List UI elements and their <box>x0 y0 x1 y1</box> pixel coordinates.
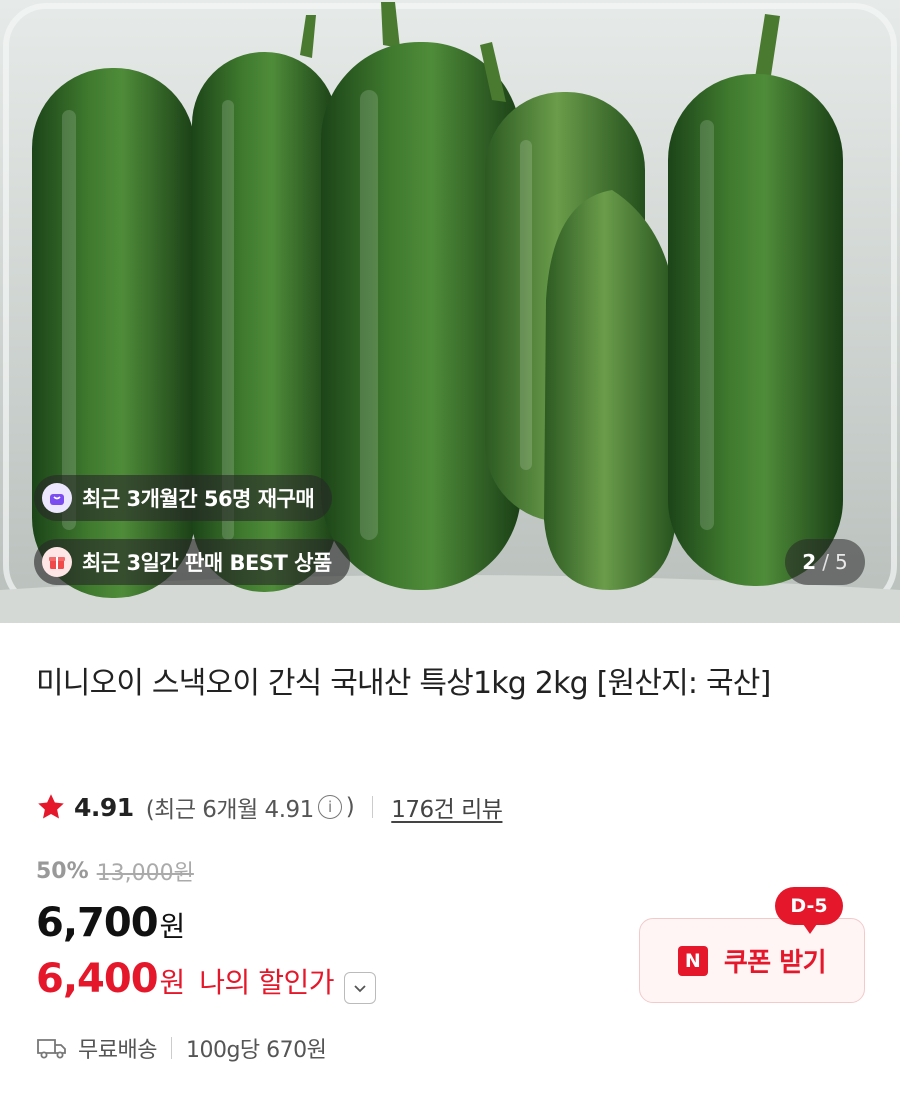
shipping-row: 무료배송 100g당 670원 <box>36 1027 327 1069</box>
truck-icon <box>37 1039 66 1059</box>
best-seller-badge: 최근 3일간 판매 BEST 상품 <box>34 539 350 585</box>
rating-score: 4.91 <box>74 792 134 822</box>
product-title: 미니오이 스낵오이 간식 국내산 특상1kg 2kg [원산지: 국산] <box>36 666 771 701</box>
naver-n-icon: N <box>677 945 708 976</box>
star-icon <box>38 794 64 819</box>
sale-price-currency: 원 <box>159 910 186 943</box>
product-image-gallery[interactable]: 최근 3개월간 56명 재구매 최근 3일간 판매 BEST 상품 2 / 5 <box>0 0 900 623</box>
info-icon[interactable]: i <box>317 795 342 819</box>
free-shipping-text: 무료배송 <box>78 1038 157 1063</box>
cucumber-5 <box>544 190 678 590</box>
recent-rating-text: (최근 6개월 4.91 <box>145 797 315 823</box>
my-price-currency: 원 <box>159 966 186 999</box>
my-discount-price: 6,400 원 나의 할인가 <box>36 956 376 1004</box>
pager-total: 5 <box>834 550 848 574</box>
product-photo-cucumbers <box>0 0 900 623</box>
pager-separator: / <box>822 550 829 574</box>
repurchase-badge-text: 최근 3개월간 56명 재구매 <box>82 487 315 511</box>
original-price: 13,000원 <box>96 861 194 886</box>
pager-current: 2 <box>802 550 817 574</box>
chevron-down-icon[interactable] <box>344 972 376 1004</box>
gallery-pager: 2 / 5 <box>785 539 865 585</box>
rating-row: 4.91 (최근 6개월 4.91 i ) 176건 리뷰 <box>36 785 503 829</box>
gift-icon <box>42 547 72 577</box>
sale-price: 6,700 원 <box>36 900 185 946</box>
cucumber-6 <box>668 74 843 586</box>
unit-price-text: 100g당 670원 <box>185 1038 327 1063</box>
best-seller-badge-text: 최근 3일간 판매 BEST 상품 <box>82 551 332 575</box>
divider <box>170 1037 172 1059</box>
coupon-dday-badge: D-5 <box>775 887 843 934</box>
recent-rating-close: ) <box>345 794 355 820</box>
sale-price-value: 6,700 <box>36 900 159 946</box>
bag-icon <box>42 483 72 513</box>
get-coupon-button[interactable]: N 쿠폰 받기 <box>639 918 865 1003</box>
discount-row: 50% 13,000원 <box>36 855 194 887</box>
divider <box>372 796 374 818</box>
repurchase-badge: 최근 3개월간 56명 재구매 <box>34 475 333 521</box>
my-price-label: 나의 할인가 <box>199 966 334 999</box>
discount-rate: 50% <box>36 858 89 884</box>
review-count-link[interactable]: 176건 리뷰 <box>391 790 503 824</box>
get-coupon-label: 쿠폰 받기 <box>723 948 827 978</box>
my-price-value: 6,400 <box>36 956 159 1002</box>
